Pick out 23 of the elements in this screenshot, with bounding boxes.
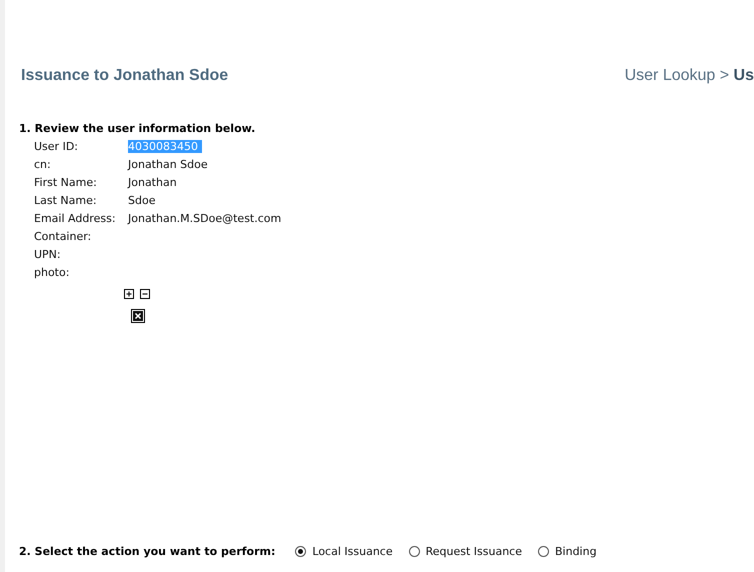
close-icon[interactable] (131, 309, 145, 323)
field-label: UPN: (34, 248, 61, 260)
page-title: Issuance to Jonathan Sdoe (21, 67, 228, 85)
field-label: photo: (34, 266, 70, 278)
field-label: User ID: (34, 140, 78, 152)
field-value: Jonathan Sdoe (128, 158, 208, 170)
plus-icon[interactable] (124, 289, 134, 299)
field-label: Container: (34, 230, 92, 242)
field-value: Sdoe (128, 194, 156, 206)
field-label: First Name: (34, 176, 97, 188)
field-label: Email Address: (34, 212, 116, 224)
radio-option[interactable]: Request Issuance (408, 545, 522, 558)
field-label: Last Name: (34, 194, 97, 206)
radio-option[interactable]: Local Issuance (295, 545, 393, 558)
section-heading: 2. Select the action you want to perform: (19, 545, 276, 558)
radio-option[interactable]: Binding (538, 545, 597, 558)
section-heading: 1. Review the user information below. (19, 122, 256, 135)
field-value: Jonathan.M.SDoe@test.com (128, 212, 282, 224)
field-value: Jonathan (128, 176, 177, 188)
breadcrumb: User Lookup > Us (624, 67, 754, 85)
field-label: cn: (34, 158, 51, 170)
minus-icon[interactable] (140, 289, 150, 299)
field-value: 4030083450 (128, 140, 202, 152)
